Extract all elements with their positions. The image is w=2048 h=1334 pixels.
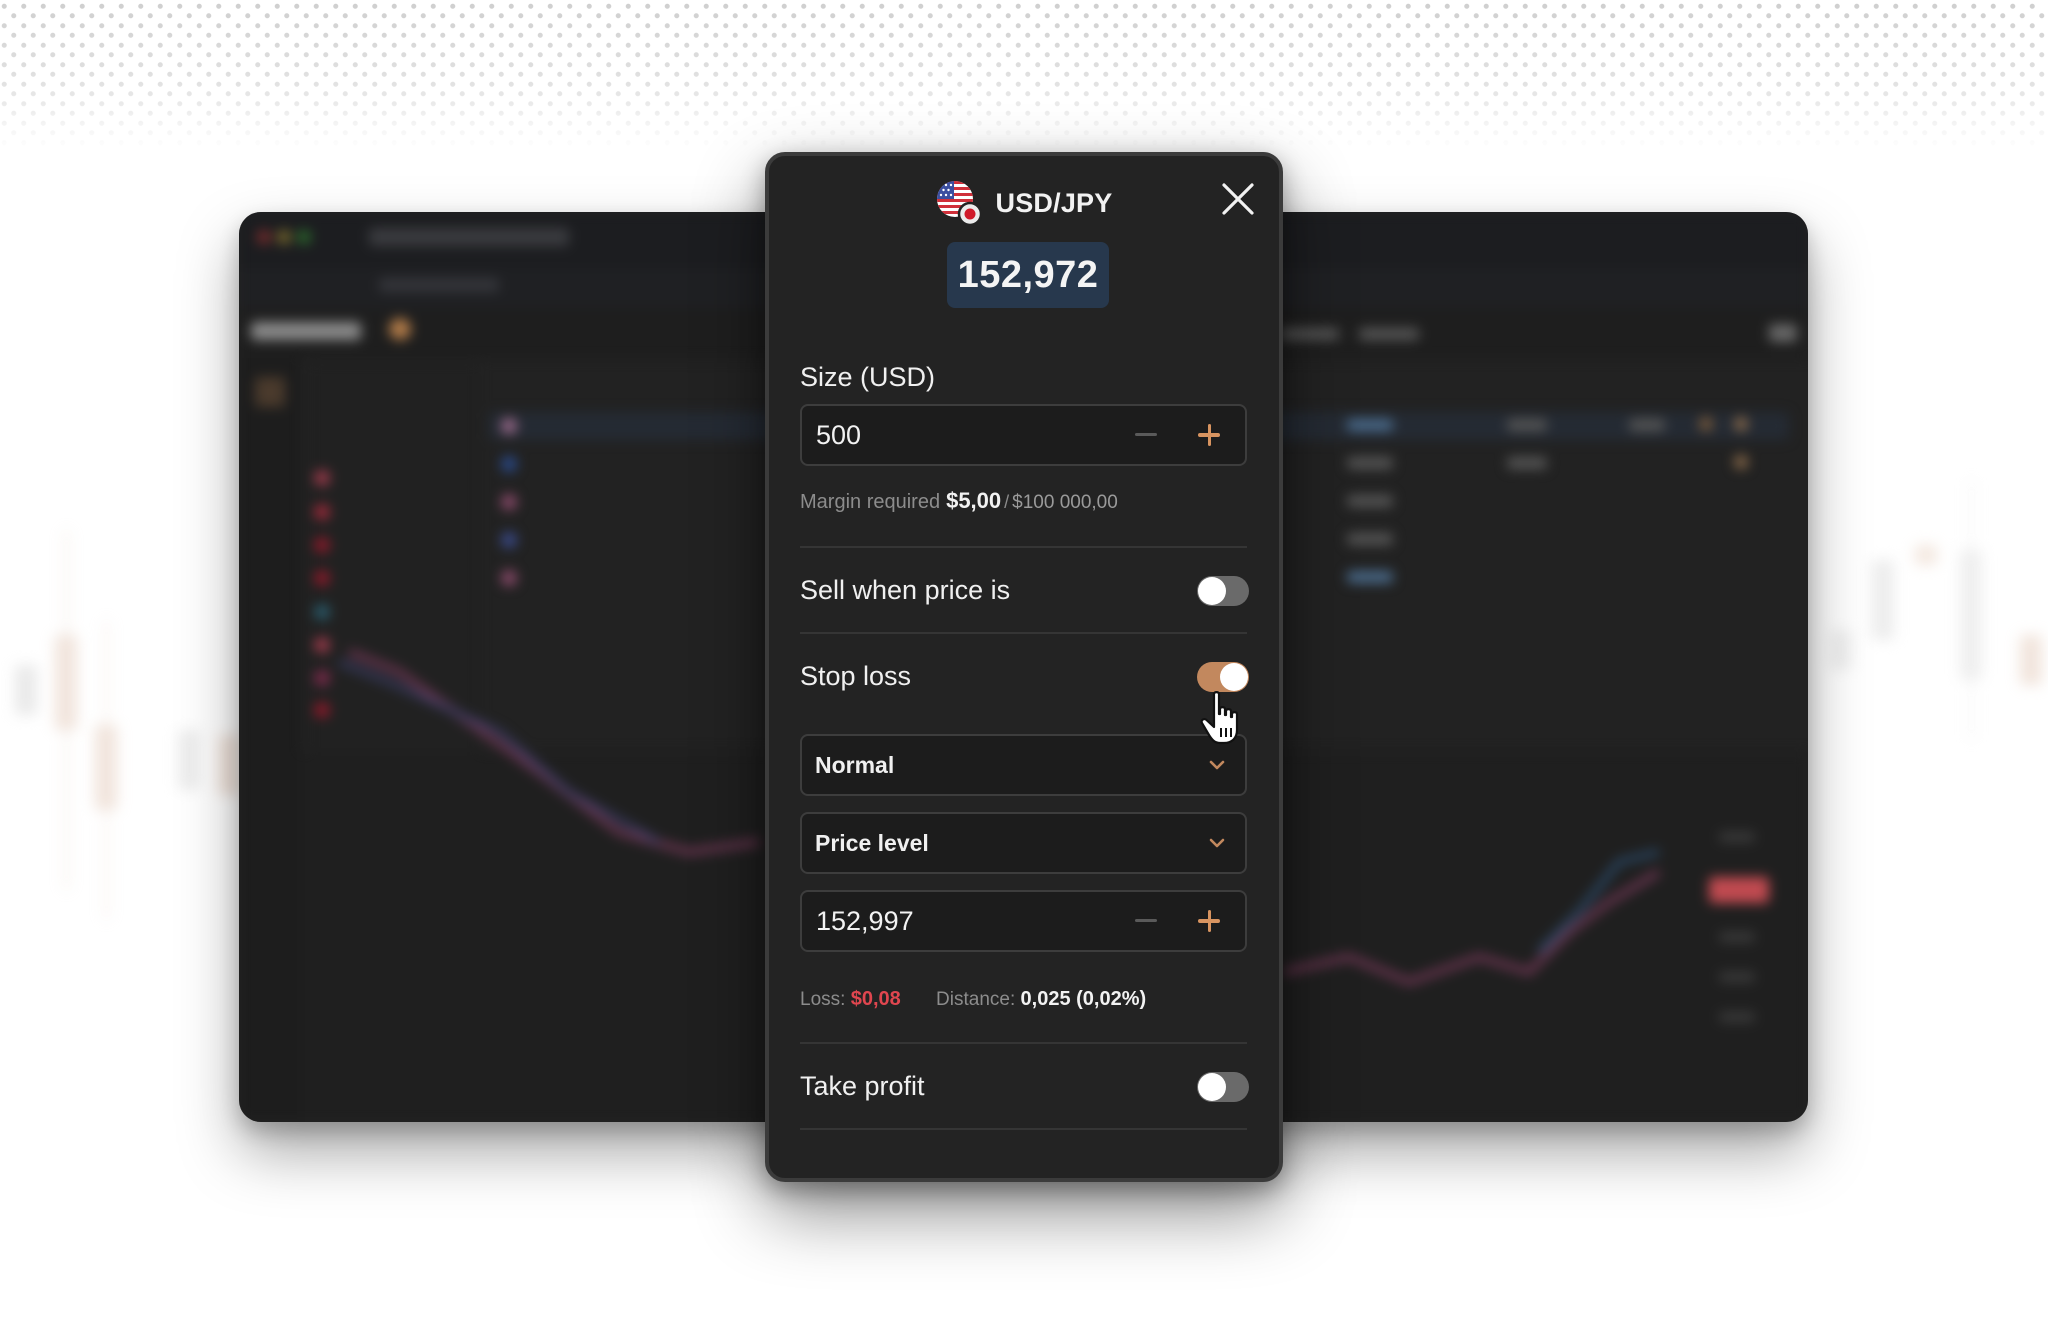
toggle-knob (1198, 577, 1226, 605)
size-decrease-button[interactable] (1128, 417, 1164, 453)
toggle-knob (1198, 1073, 1226, 1101)
margin-separator: / (1004, 492, 1010, 512)
distance-value: 0,025 (0,02%) (1020, 988, 1147, 1010)
take-profit-toggle[interactable] (1197, 1072, 1249, 1102)
usd-jpy-flags-icon (936, 180, 982, 227)
stop-loss-type-value: Normal (815, 752, 895, 778)
size-label: Size (USD) (800, 362, 936, 392)
decorative-candles-right (1810, 450, 2048, 850)
divider (800, 632, 1247, 634)
sell-when-price-label: Sell when price is (800, 575, 1011, 605)
modal-header: USD/JPY (769, 178, 1279, 228)
sell-when-price-toggle[interactable] (1197, 576, 1249, 606)
stop-loss-type-select[interactable]: Normal (800, 734, 1247, 796)
loss-value: $0,08 (850, 988, 901, 1010)
currency-pair-title: USD/JPY (995, 187, 1113, 218)
size-increase-button[interactable] (1191, 417, 1227, 453)
dotted-background-pattern (0, 0, 2048, 150)
divider (800, 546, 1247, 548)
close-icon (1222, 183, 1254, 215)
loss-label: Loss: (800, 989, 846, 1010)
divider (800, 1128, 1247, 1130)
stop-loss-price-input[interactable] (816, 905, 1096, 937)
decorative-candles-left (0, 500, 240, 950)
stop-loss-mode-value: Price level (815, 830, 929, 856)
margin-required-value: $5,00 (946, 488, 1002, 513)
stop-loss-decrease-button[interactable] (1128, 903, 1164, 939)
stop-loss-price-box (800, 890, 1247, 952)
stop-loss-label: Stop loss (800, 661, 912, 691)
current-price-badge: 152,972 (947, 242, 1109, 308)
toggle-knob (1220, 663, 1248, 691)
size-input-box (800, 404, 1247, 466)
order-modal: USD/JPY 152,972 Size (USD) Margin requir… (765, 152, 1283, 1182)
chevron-down-icon (1209, 838, 1225, 848)
margin-required-label: Margin required (800, 491, 941, 513)
margin-available-value: $100 000,00 (1012, 492, 1118, 513)
current-price-value: 152,972 (957, 253, 1099, 296)
stop-loss-mode-select[interactable]: Price level (800, 812, 1247, 874)
close-button[interactable] (1219, 180, 1257, 218)
divider (800, 1042, 1247, 1044)
size-input[interactable] (816, 419, 1096, 451)
stop-loss-summary: Loss: $0,08 Distance: 0,025 (0,02%) (800, 988, 1146, 1011)
stop-loss-increase-button[interactable] (1191, 903, 1227, 939)
chevron-down-icon (1209, 760, 1225, 770)
take-profit-label: Take profit (800, 1071, 925, 1101)
distance-label: Distance: (936, 989, 1016, 1010)
stop-loss-toggle[interactable] (1197, 662, 1249, 692)
margin-required-line: Margin required $5,00/$100 000,00 (800, 488, 1118, 514)
